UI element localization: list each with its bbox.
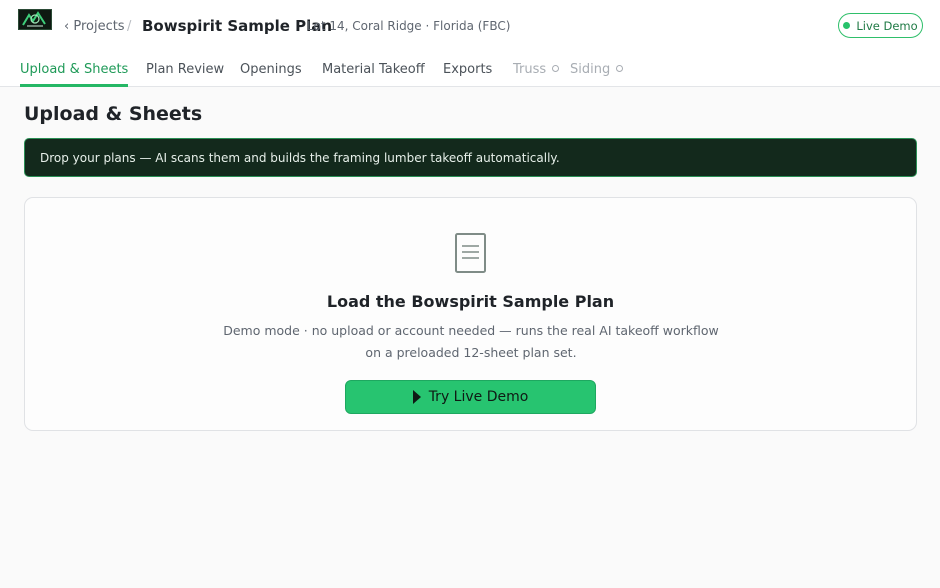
button-label: Try Live Demo [428, 389, 529, 405]
breadcrumb-separator: / [127, 19, 132, 34]
tab-exports[interactable]: Exports [443, 62, 492, 87]
tab-material-takeoff[interactable]: Material Takeoff [322, 62, 425, 87]
app-logo[interactable] [18, 9, 52, 30]
card-title: Load the Bowspirit Sample Plan [326, 292, 615, 311]
project-title: Bowspirit Sample Plan [142, 17, 333, 35]
tab-plan-review[interactable]: Plan Review [146, 62, 224, 87]
tab-openings[interactable]: Openings [240, 62, 302, 87]
tab-label: Openings [240, 62, 302, 77]
card-description: Demo mode · no upload or account needed … [221, 320, 721, 364]
tab-bar: Upload & Sheets Plan Review Openings Mat… [0, 60, 940, 87]
tab-label: Material Takeoff [322, 62, 425, 77]
document-icon [455, 233, 486, 273]
tab-label: Exports [443, 62, 493, 77]
banner-text: Drop your plans — AI scans them and buil… [40, 150, 560, 165]
live-demo-label: Live Demo [856, 18, 918, 33]
tab-label: Truss [513, 62, 547, 77]
play-icon [412, 390, 421, 404]
live-demo-badge[interactable]: Live Demo [838, 13, 923, 38]
breadcrumb-projects-link[interactable]: ‹ Projects [64, 19, 125, 34]
status-dot-icon [843, 22, 851, 29]
try-live-demo-button[interactable]: Try Live Demo [345, 380, 596, 414]
card-description-line: on a preloaded 12-sheet plan set. [365, 345, 577, 360]
logo-icon [22, 11, 46, 27]
locked-ring-icon [552, 65, 560, 72]
top-bar: ‹ Projects / Bowspirit Sample Plan Lot 1… [0, 0, 940, 87]
tab-label: Plan Review [146, 62, 225, 77]
tab-truss: Truss [513, 62, 560, 87]
card-description-line: Demo mode · no upload or account needed … [223, 323, 719, 338]
locked-ring-icon [616, 65, 624, 72]
tab-upload-sheets[interactable]: Upload & Sheets [20, 62, 129, 87]
tab-label: Upload & Sheets [20, 62, 129, 77]
tab-siding: Siding [570, 62, 624, 87]
page-title: Upload & Sheets [24, 103, 203, 125]
upload-dropzone-card[interactable]: Load the Bowspirit Sample Plan Demo mode… [24, 197, 917, 431]
project-meta: Lot 14, Coral Ridge · Florida (FBC) [307, 19, 511, 33]
tab-label: Siding [570, 62, 611, 77]
info-banner: Drop your plans — AI scans them and buil… [24, 138, 917, 177]
